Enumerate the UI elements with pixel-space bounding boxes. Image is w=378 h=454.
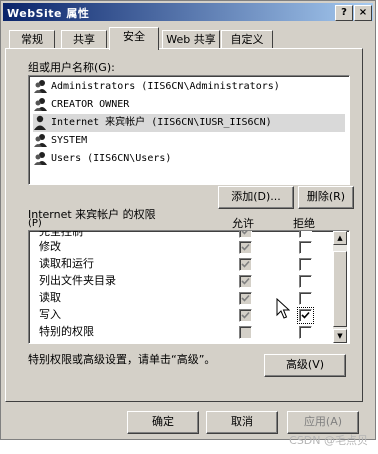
user-item[interactable]: SYSTEM: [33, 132, 345, 150]
perm-special: 特别的权限: [39, 324, 94, 340]
user-name: Administrators (IIS6CN\Administrators): [51, 81, 280, 92]
permissions-list[interactable]: 完全控制 修改 读取和运行 列出文件夹目录 读取 写入 特别的权限 ▲ ▼: [28, 230, 350, 344]
tab-custom[interactable]: 自定义: [221, 30, 273, 49]
deny-checkbox-read[interactable]: [299, 292, 312, 305]
user-name: Users (IIS6CN\Users): [51, 153, 172, 164]
deny-checkbox-modify[interactable]: [299, 241, 312, 254]
deny-checkbox-write[interactable]: [297, 307, 314, 324]
mouse-pointer-icon: [276, 298, 290, 319]
users-label: 组或用户名称(G):: [28, 61, 115, 74]
user-name: CREATOR OWNER: [51, 99, 130, 110]
ok-button[interactable]: 确定: [127, 411, 199, 434]
allow-checkbox-full-control: [239, 231, 252, 238]
allow-header: 允许: [232, 217, 254, 230]
scroll-thumb[interactable]: [333, 251, 347, 327]
advanced-hint-text: 特别权限或高级设置，请单击“高级”。: [28, 353, 216, 366]
group-user-icon: [34, 151, 47, 165]
add-button[interactable]: 添加(D)...: [218, 186, 294, 209]
permissions-label: Internet 来宾帐户 的权限: [28, 208, 156, 221]
user-icon: [34, 115, 46, 130]
user-item[interactable]: CREATOR OWNER: [33, 96, 345, 114]
perm-name: 写入: [39, 308, 61, 321]
perm-list-folder: 列出文件夹目录: [39, 273, 116, 289]
close-button[interactable]: ×: [354, 5, 372, 21]
scroll-down-arrow-icon[interactable]: ▼: [333, 329, 347, 343]
cancel-button[interactable]: 取消: [206, 411, 278, 434]
title-bar[interactable]: WebSite 属性 ? ×: [3, 3, 373, 21]
tab-security[interactable]: 安全: [109, 27, 159, 50]
user-name: SYSTEM: [51, 135, 88, 146]
perm-name: 列出文件夹目录: [39, 274, 116, 287]
help-button[interactable]: ?: [335, 5, 353, 21]
allow-checkbox-read: [239, 292, 252, 305]
scroll-up-arrow-icon[interactable]: ▲: [333, 231, 347, 245]
security-panel: 组或用户名称(G): Administrators (IIS6CN\Admini…: [5, 48, 363, 402]
permissions-shortcut: (P): [28, 218, 42, 229]
group-user-icon: [34, 133, 47, 147]
perm-read-execute: 读取和运行: [39, 256, 94, 272]
allow-checkbox-write: [239, 309, 252, 322]
properties-dialog: WebSite 属性 ? × 常规 共享 安全 Web 共享 自定义 组或用户名…: [0, 0, 376, 440]
apply-button[interactable]: 应用(A): [287, 411, 359, 434]
watermark: CSDN @毛点贝: [289, 434, 368, 447]
window-title: WebSite 属性: [7, 7, 90, 20]
allow-checkbox-read-execute: [239, 258, 252, 271]
permissions-scrollbar[interactable]: ▲ ▼: [333, 231, 347, 343]
perm-name: 完全控制: [39, 230, 83, 238]
group-user-icon: [34, 79, 47, 93]
users-listbox[interactable]: Administrators (IIS6CN\Administrators) C…: [28, 75, 350, 185]
perm-name: 读取和运行: [39, 257, 94, 270]
deny-checkbox-list-folder[interactable]: [299, 275, 312, 288]
perm-write: 写入: [39, 307, 61, 323]
deny-checkbox-full-control[interactable]: [299, 231, 312, 238]
perm-read: 读取: [39, 290, 61, 306]
user-item-selected[interactable]: Internet 来宾帐户 (IIS6CN\IUSR_IIS6CN): [33, 114, 345, 132]
advanced-button[interactable]: 高级(V): [264, 354, 346, 377]
user-item[interactable]: Users (IIS6CN\Users): [33, 150, 345, 168]
remove-button[interactable]: 删除(R): [298, 186, 354, 209]
perm-name: 读取: [39, 291, 61, 304]
perm-modify: 修改: [39, 239, 61, 255]
perm-name: 特别的权限: [39, 325, 94, 338]
deny-checkbox-special[interactable]: [299, 326, 312, 339]
tab-web-sharing[interactable]: Web 共享: [162, 30, 220, 49]
user-item[interactable]: Administrators (IIS6CN\Administrators): [33, 78, 345, 96]
deny-checkbox-read-execute[interactable]: [299, 258, 312, 271]
tab-general[interactable]: 常规: [9, 30, 55, 49]
tab-sharing[interactable]: 共享: [61, 30, 107, 49]
user-name: Internet 来宾帐户 (IIS6CN\IUSR_IIS6CN): [51, 117, 272, 128]
perm-name: 修改: [39, 240, 61, 253]
deny-header: 拒绝: [293, 217, 315, 230]
allow-checkbox-special: [239, 326, 252, 339]
tab-strip: 常规 共享 安全 Web 共享 自定义: [5, 27, 371, 50]
group-user-icon: [34, 97, 47, 111]
allow-checkbox-list-folder: [239, 275, 252, 288]
allow-checkbox-modify: [239, 241, 252, 254]
